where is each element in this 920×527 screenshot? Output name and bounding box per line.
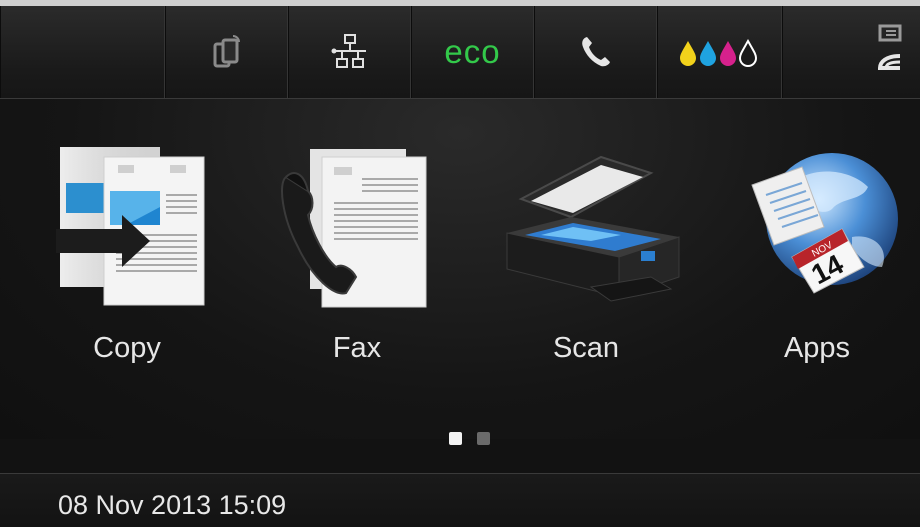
date-time: 08 Nov 2013 15:09 [58,490,287,520]
phone-icon [581,37,610,67]
copy-icon [56,147,205,306]
ink-cyan-icon [699,41,716,66]
network-button[interactable] [288,6,411,98]
ink-yellow-icon [679,41,696,66]
ink-levels-button[interactable] [657,6,782,98]
page-dot-1[interactable] [449,432,462,445]
phone-button[interactable] [534,6,657,98]
paper-tray-icon [877,24,902,70]
wireless-direct-icon [213,35,240,68]
app-launcher: Copy Fax Scan NOV 14 Apps [0,99,920,445]
status-bar: eco [0,6,920,99]
page-dot-2[interactable] [477,432,490,445]
eco-icon: eco [444,33,501,70]
eco-button[interactable]: eco [411,6,534,98]
fax-button[interactable]: Fax [262,137,452,397]
footer-bar: 08 Nov 2013 15:09 [0,473,920,527]
network-icon [331,34,366,68]
apps-label: Apps [783,332,851,364]
page-indicator [449,432,490,445]
copy-label: Copy [93,332,161,364]
paper-tray-button[interactable] [782,6,920,98]
printer-home-screen: eco Copy Fax Scan NOV 14 Apps 08 Nov 201… [0,0,920,527]
copy-button[interactable]: Copy [32,137,222,397]
apps-icon: NOV 14 [751,153,898,294]
fax-label: Fax [332,332,382,364]
ink-levels-icon [679,38,757,67]
fax-icon [281,149,427,308]
status-bar-blank [0,6,165,98]
scan-button[interactable]: Scan [491,137,681,397]
ink-magenta-icon [719,41,736,66]
scan-label: Scan [552,332,620,364]
apps-button[interactable]: NOV 14 Apps [722,137,912,397]
ink-black-icon [738,38,757,67]
wireless-direct-button[interactable] [165,6,288,98]
scan-icon [506,155,680,302]
